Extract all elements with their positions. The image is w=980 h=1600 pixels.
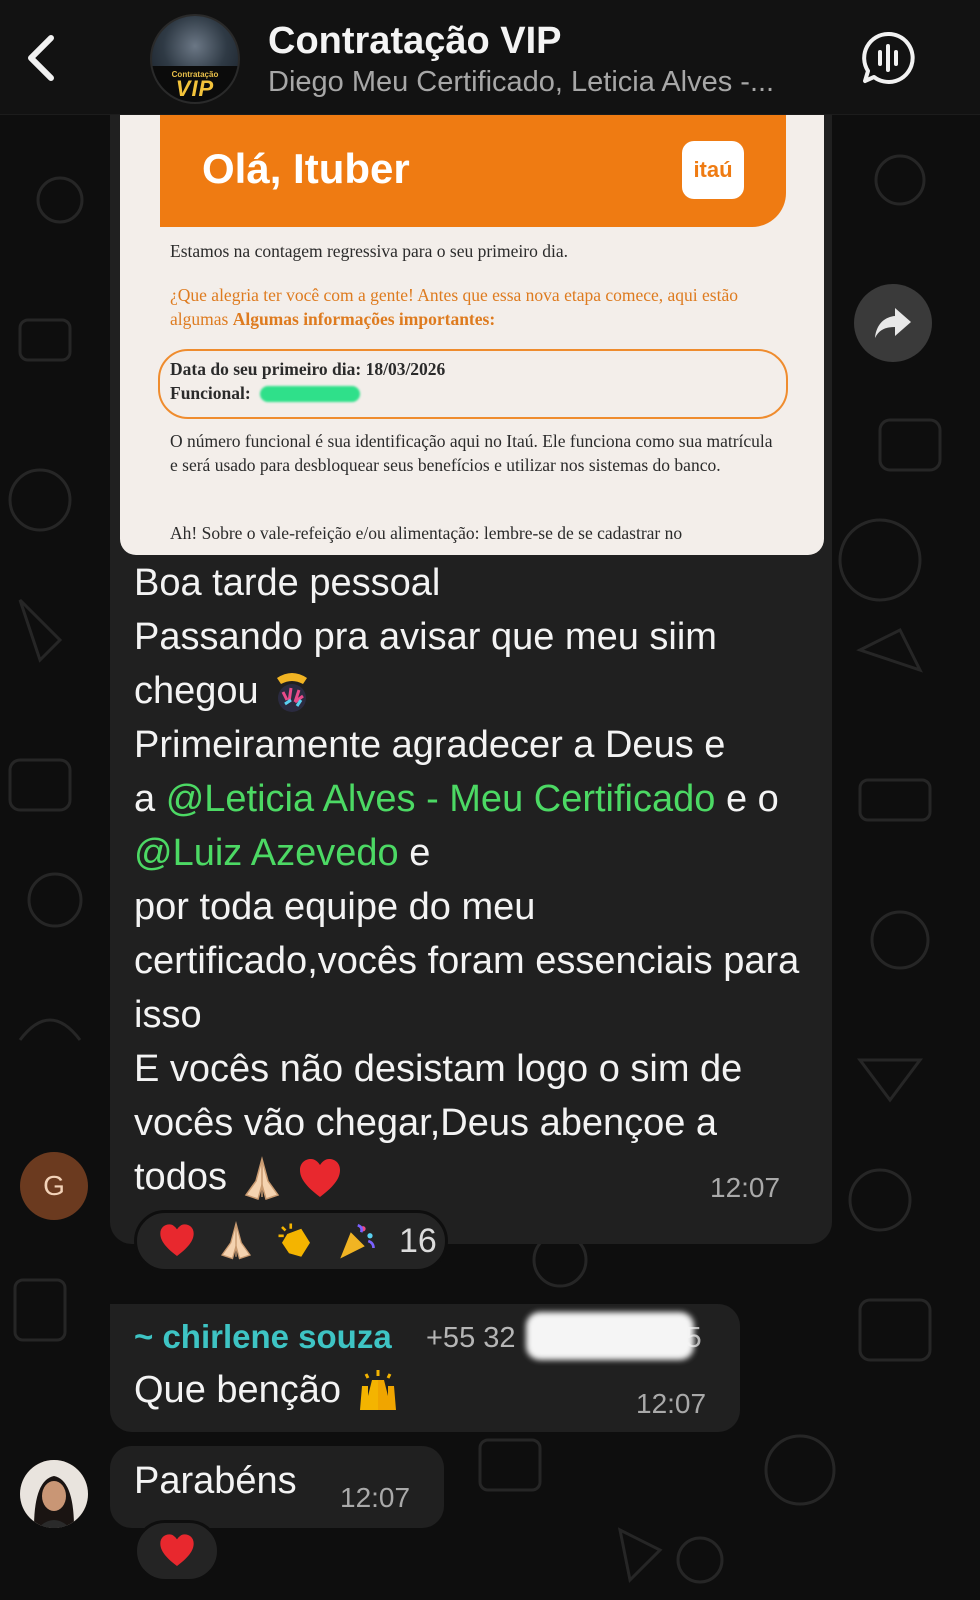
folded-hands-icon xyxy=(244,1156,279,1200)
attached-image[interactable]: Olá, Ituber itaú Estamos na contagem reg… xyxy=(120,113,824,555)
sender-name[interactable]: ~ chirlene souza xyxy=(134,1318,392,1356)
message-line: chegou xyxy=(134,664,814,718)
itau-banner: Olá, Ituber itaú xyxy=(160,113,786,227)
message-time-2: 12:07 xyxy=(636,1388,707,1419)
profile-photo xyxy=(20,1460,88,1528)
message-time-3: 12:07 xyxy=(340,1482,411,1513)
doc-paragraph-4: Ah! Sobre o vale-refeição e/ou alimentaç… xyxy=(170,523,683,543)
chat-header: Contratação VIP Contratação VIP Diego Me… xyxy=(0,0,980,115)
party-popper-icon xyxy=(340,1224,375,1259)
sender-avatar[interactable] xyxy=(20,1460,88,1528)
confetti-ball-icon xyxy=(277,672,308,712)
redaction-mark xyxy=(526,1312,694,1360)
raising-hands-icon xyxy=(359,1370,396,1410)
reaction-count: 16 xyxy=(399,1221,437,1260)
mention-luiz[interactable]: @Luiz Azevedo xyxy=(134,832,399,874)
avatar-vip-text: VIP xyxy=(175,76,215,101)
reactions-bar-1[interactable]: 16 xyxy=(134,1210,448,1272)
chat-screen: Contratação VIP Contratação VIP Diego Me… xyxy=(0,0,980,1600)
sender-avatar[interactable]: G xyxy=(20,1152,88,1220)
message-line: por toda equipe do meu certificado,vocês… xyxy=(134,886,800,1036)
message-line: Primeiramente agradecer a Deus e xyxy=(134,724,726,766)
folded-hands-icon xyxy=(220,1221,252,1260)
doc-paragraph-1: Estamos na contagem regressiva para o se… xyxy=(170,241,568,261)
group-title[interactable]: Contratação VIP xyxy=(268,20,562,63)
voice-chat-icon xyxy=(862,31,915,84)
message-text-1: Boa tarde pessoal Passando pra avisar qu… xyxy=(134,556,814,1204)
clapping-hands-icon xyxy=(278,1223,310,1257)
message-text-2: Que benção xyxy=(134,1366,404,1418)
forward-icon xyxy=(875,308,911,338)
red-heart-icon xyxy=(300,1158,341,1197)
forward-button[interactable] xyxy=(854,284,932,362)
group-members[interactable]: Diego Meu Certificado, Leticia Alves -..… xyxy=(268,66,828,99)
message-time-1: 12:07 xyxy=(710,1172,781,1203)
itau-logo: itaú xyxy=(682,141,744,199)
doc-first-day: Data do seu primeiro dia: 18/03/2026 xyxy=(170,359,446,379)
doc-paragraph-3: O número funcional é sua identificação a… xyxy=(170,431,773,475)
redaction-mark xyxy=(260,386,360,402)
doc-paragraph-2: ¿Que alegria ter você com a gente! Antes… xyxy=(170,285,738,329)
reactions-bar-2[interactable] xyxy=(134,1520,220,1582)
group-avatar[interactable]: Contratação VIP xyxy=(150,14,240,104)
message-text-3: Parabéns xyxy=(134,1460,297,1502)
doc-funcional: Funcional: xyxy=(170,383,251,403)
red-heart-icon xyxy=(160,1534,194,1566)
avatar-logo: Contratação VIP xyxy=(152,66,238,102)
message-line: Passando pra avisar que meu siim xyxy=(134,616,717,658)
mention-leticia[interactable]: @Leticia Alves - Meu Certificado xyxy=(166,778,716,820)
message-line: Boa tarde pessoal xyxy=(134,562,441,604)
itau-greeting: Olá, Ituber xyxy=(202,145,410,192)
chevron-left-icon xyxy=(28,35,54,81)
message-line-mentions: a @Leticia Alves - Meu Certificado e o @… xyxy=(134,778,779,874)
voice-chat-button[interactable] xyxy=(858,28,918,88)
back-button[interactable] xyxy=(18,30,62,86)
red-heart-icon xyxy=(160,1224,194,1256)
